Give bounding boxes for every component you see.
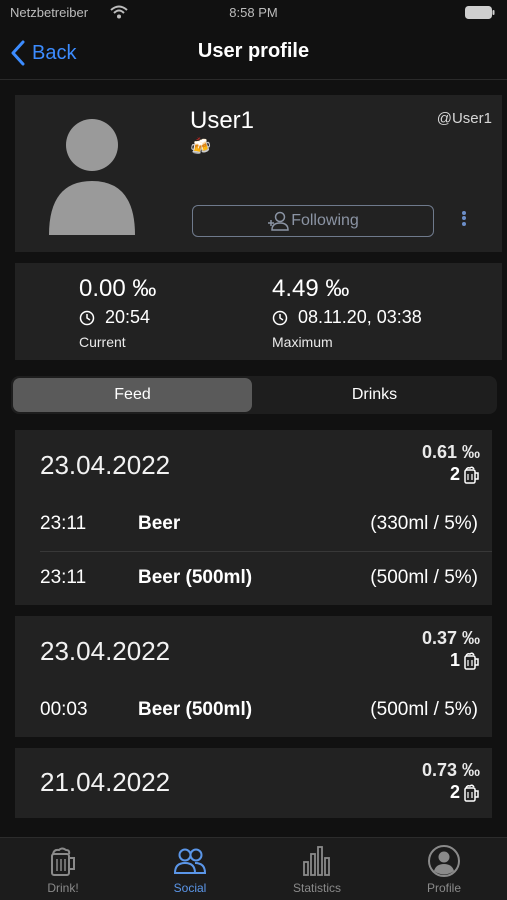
bar-chart-icon bbox=[303, 846, 330, 876]
drink-detail: (500ml / 5%) bbox=[370, 699, 478, 720]
feed-count-row: 1 bbox=[422, 650, 480, 671]
drink-time: 23:11 bbox=[40, 567, 87, 588]
tab-drink-label: Drink! bbox=[47, 881, 79, 895]
stats-card: 0.00 ‰ 20:54 Current 4.49 ‰ 08.11.20, 03… bbox=[15, 263, 502, 360]
drink-row[interactable]: 23:11 Beer (330ml / 5%) bbox=[40, 509, 480, 539]
navigation-bar: Back User profile bbox=[0, 26, 507, 80]
clock-icon bbox=[272, 310, 288, 325]
feed-date: 21.04.2022 bbox=[40, 767, 171, 797]
user-handle: @User1 bbox=[436, 110, 492, 127]
drink-name: Beer bbox=[138, 513, 181, 534]
tab-social-label: Social bbox=[173, 881, 207, 895]
current-time-row: 20:54 bbox=[79, 307, 156, 328]
following-button-label: Following bbox=[291, 212, 359, 229]
drink-time: 00:03 bbox=[40, 699, 88, 720]
people-icon bbox=[173, 848, 207, 874]
tab-drink[interactable]: Drink! bbox=[0, 844, 126, 898]
segment-drinks[interactable]: Drinks bbox=[254, 378, 495, 412]
feed-summary: 0.61 ‰ 2 bbox=[422, 442, 480, 485]
current-promille: 0.00 ‰ bbox=[79, 275, 157, 302]
feed-promille: 0.37 ‰ bbox=[421, 628, 480, 648]
feed-promille: 0.73 ‰ bbox=[421, 760, 480, 780]
current-label: Current bbox=[79, 334, 126, 350]
feed-count-row: 2 bbox=[422, 464, 480, 485]
beer-mug-icon bbox=[464, 783, 479, 802]
feed-drink-count: 2 bbox=[449, 464, 460, 484]
maximum-label: Maximum bbox=[272, 334, 333, 350]
segment-feed[interactable]: Feed bbox=[13, 378, 252, 412]
beer-mug-icon bbox=[464, 465, 479, 484]
tab-profile[interactable]: Profile bbox=[381, 844, 507, 898]
tab-statistics[interactable]: Statistics bbox=[254, 844, 380, 898]
maximum-promille: 4.49 ‰ bbox=[272, 275, 350, 302]
beer-mug-icon bbox=[464, 651, 479, 670]
more-dot bbox=[462, 221, 466, 226]
page-title: User profile bbox=[197, 40, 310, 62]
feed-card[interactable]: 23.04.2022 0.37 ‰ 1 00:03 Beer (500ml) (… bbox=[15, 616, 492, 737]
feed-card[interactable]: 23.04.2022 0.61 ‰ 2 23:11 Beer (330ml / … bbox=[15, 430, 492, 605]
tab-profile-label: Profile bbox=[426, 881, 461, 895]
feed-date: 23.04.2022 bbox=[40, 636, 171, 666]
maximum-stat: 4.49 ‰ 08.11.20, 03:38 Maximum bbox=[272, 275, 422, 350]
username: User1 bbox=[190, 107, 255, 134]
tab-bar: Drink! Social Statistics Profile bbox=[0, 837, 507, 900]
drink-row[interactable]: 23:11 Beer (500ml) (500ml / 5%) bbox=[40, 563, 480, 593]
profile-card: User1 🍻 @User1 Following bbox=[15, 95, 502, 252]
maximum-time: 08.11.20, 03:38 bbox=[298, 307, 422, 327]
drink-detail: (330ml / 5%) bbox=[370, 513, 478, 534]
current-time: 20:54 bbox=[105, 307, 151, 327]
drink-name: Beer (500ml) bbox=[138, 567, 253, 588]
feed-drink-count: 2 bbox=[449, 782, 460, 802]
following-button[interactable]: Following bbox=[192, 205, 434, 237]
battery-icon bbox=[465, 6, 495, 19]
current-stat: 0.00 ‰ 20:54 Current bbox=[79, 275, 156, 350]
feed-card[interactable]: 21.04.2022 0.73 ‰ 2 bbox=[15, 748, 492, 818]
tab-social[interactable]: Social bbox=[127, 844, 253, 898]
feed-promille: 0.61 ‰ bbox=[421, 442, 480, 462]
drink-time: 23:11 bbox=[40, 513, 87, 534]
drink-row[interactable]: 00:03 Beer (500ml) (500ml / 5%) bbox=[40, 695, 480, 725]
feed-count-row: 2 bbox=[422, 782, 480, 803]
maximum-time-row: 08.11.20, 03:38 bbox=[272, 307, 422, 328]
feed-drinks-segmented-control: Feed Drinks bbox=[11, 376, 497, 414]
more-dot bbox=[462, 216, 466, 220]
status-time: 8:58 PM bbox=[229, 5, 278, 20]
person-add-icon bbox=[268, 211, 289, 231]
beer-mug-icon bbox=[51, 847, 75, 876]
person-circle-icon bbox=[428, 845, 460, 877]
more-dot bbox=[462, 210, 466, 215]
avatar-placeholder-icon bbox=[49, 119, 135, 235]
clock-icon bbox=[79, 310, 95, 325]
drink-detail: (500ml / 5%) bbox=[370, 567, 478, 588]
row-divider bbox=[40, 551, 492, 552]
tab-statistics-label: Statistics bbox=[292, 881, 341, 895]
feed-summary: 0.73 ‰ 2 bbox=[422, 760, 480, 803]
drink-name: Beer (500ml) bbox=[138, 699, 253, 720]
status-bar: Netzbetreiber 8:58 PM bbox=[0, 0, 507, 26]
feed-drink-count: 1 bbox=[449, 650, 460, 670]
more-options-button[interactable] bbox=[458, 209, 470, 233]
beer-emoji-icon: 🍻 bbox=[190, 137, 212, 156]
feed-date: 23.04.2022 bbox=[40, 450, 171, 480]
feed-summary: 0.37 ‰ 1 bbox=[422, 628, 480, 671]
